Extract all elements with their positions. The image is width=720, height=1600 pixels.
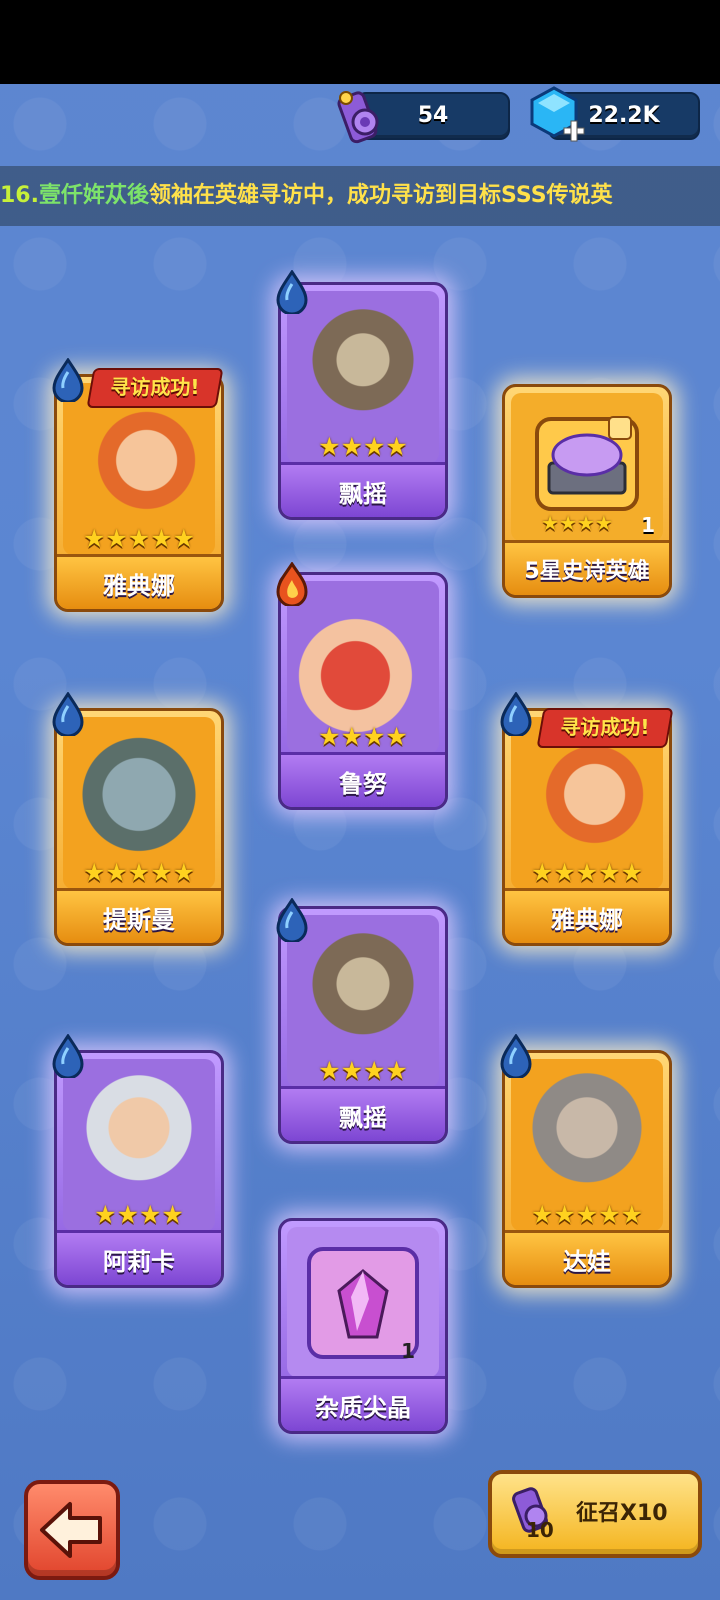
success-badge-label: 寻访成功!: [560, 715, 650, 739]
summon-x10-button[interactable]: 10 征召X10: [488, 1470, 702, 1558]
hero-name: 鲁努: [339, 769, 387, 798]
star-rating: ★★★★: [318, 1056, 408, 1085]
back-button[interactable]: [24, 1480, 120, 1580]
crystal-icon: [307, 1247, 419, 1359]
summon-cost: 10: [526, 1518, 554, 1542]
water-element-icon: [500, 692, 532, 736]
reward-count: 1: [641, 513, 655, 537]
water-element-icon: [52, 358, 84, 402]
hero-card-tisman[interactable]: ★★★★★ 提斯曼: [54, 708, 224, 946]
water-element-icon: [276, 270, 308, 314]
hero-name-plate: 雅典娜: [505, 888, 669, 943]
hero-name: 提斯曼: [103, 905, 175, 934]
hero-card-alika[interactable]: ★★★★ 阿莉卡: [54, 1050, 224, 1288]
success-badge: 寻访成功!: [536, 708, 674, 748]
success-badge-label: 寻访成功!: [110, 375, 200, 399]
ticker-number: 16.: [0, 183, 39, 208]
star-rating: ★★★★: [94, 1200, 184, 1229]
summon-scroll-icon: [337, 91, 379, 144]
star-rating: ★★★★★: [82, 858, 196, 887]
fire-element-icon: [276, 562, 308, 606]
reward-name: 5星史诗英雄: [524, 559, 650, 584]
reward-card-epic-hero-chest[interactable]: ★★★★ 1 5星史诗英雄: [502, 384, 672, 598]
hero-name: 飘摇: [339, 479, 387, 508]
hero-name: 雅典娜: [551, 905, 623, 934]
ticker-message: 领袖在英雄寻访中，成功寻访到目标SSS传说英: [149, 183, 613, 208]
arrow-left-icon: [40, 1502, 102, 1558]
summon-label: 征召X10: [576, 1501, 668, 1526]
water-element-icon: [276, 898, 308, 942]
hero-name: 雅典娜: [103, 571, 175, 600]
star-rating: ★★★★★: [82, 524, 196, 553]
star-rating: ★★★★: [318, 722, 408, 751]
hero-name-plate: 提斯曼: [57, 888, 221, 943]
star-rating: ★★★★★: [530, 858, 644, 887]
reward-name: 杂质尖晶: [315, 1393, 411, 1422]
reward-card-spinel[interactable]: 1 杂质尖晶: [278, 1218, 448, 1434]
hero-card-lunu[interactable]: ★★★★ 鲁努: [278, 572, 448, 810]
hero-name-plate: 达娃: [505, 1230, 669, 1285]
reward-count: 1: [401, 1339, 415, 1363]
hero-name-plate: 雅典娜: [57, 554, 221, 609]
reward-art: [287, 1227, 439, 1377]
hero-card-piaoyao[interactable]: ★★★★ 飘摇: [278, 282, 448, 520]
water-element-icon: [52, 692, 84, 736]
hero-name: 达娃: [563, 1247, 611, 1276]
star-rating: ★★★★: [318, 432, 408, 461]
hero-card-athena[interactable]: ★★★★★ 雅典娜: [54, 374, 224, 612]
hero-name: 阿莉卡: [103, 1247, 175, 1276]
success-badge: 寻访成功!: [86, 368, 224, 408]
status-bar: [0, 0, 720, 84]
star-rating: ★★★★★: [530, 1200, 644, 1229]
hero-name-plate: 阿莉卡: [57, 1230, 221, 1285]
water-element-icon: [500, 1034, 532, 1078]
reward-name-plate: 5星史诗英雄: [505, 540, 669, 595]
water-element-icon: [52, 1034, 84, 1078]
gem-icon[interactable]: [526, 84, 588, 148]
broadcast-ticker: 16.壹仟姩苁後领袖在英雄寻访中，成功寻访到目标SSS传说英: [0, 166, 720, 226]
hero-name: 飘摇: [339, 1103, 387, 1132]
hero-card-dawa[interactable]: ★★★★★ 达娃: [502, 1050, 672, 1288]
hero-name-plate: 鲁努: [281, 752, 445, 807]
reward-name-plate: 杂质尖晶: [281, 1376, 445, 1431]
hero-name-plate: 飘摇: [281, 462, 445, 517]
ticker-player: 壹仟姩苁後: [38, 183, 149, 208]
hero-name-plate: 飘摇: [281, 1086, 445, 1141]
